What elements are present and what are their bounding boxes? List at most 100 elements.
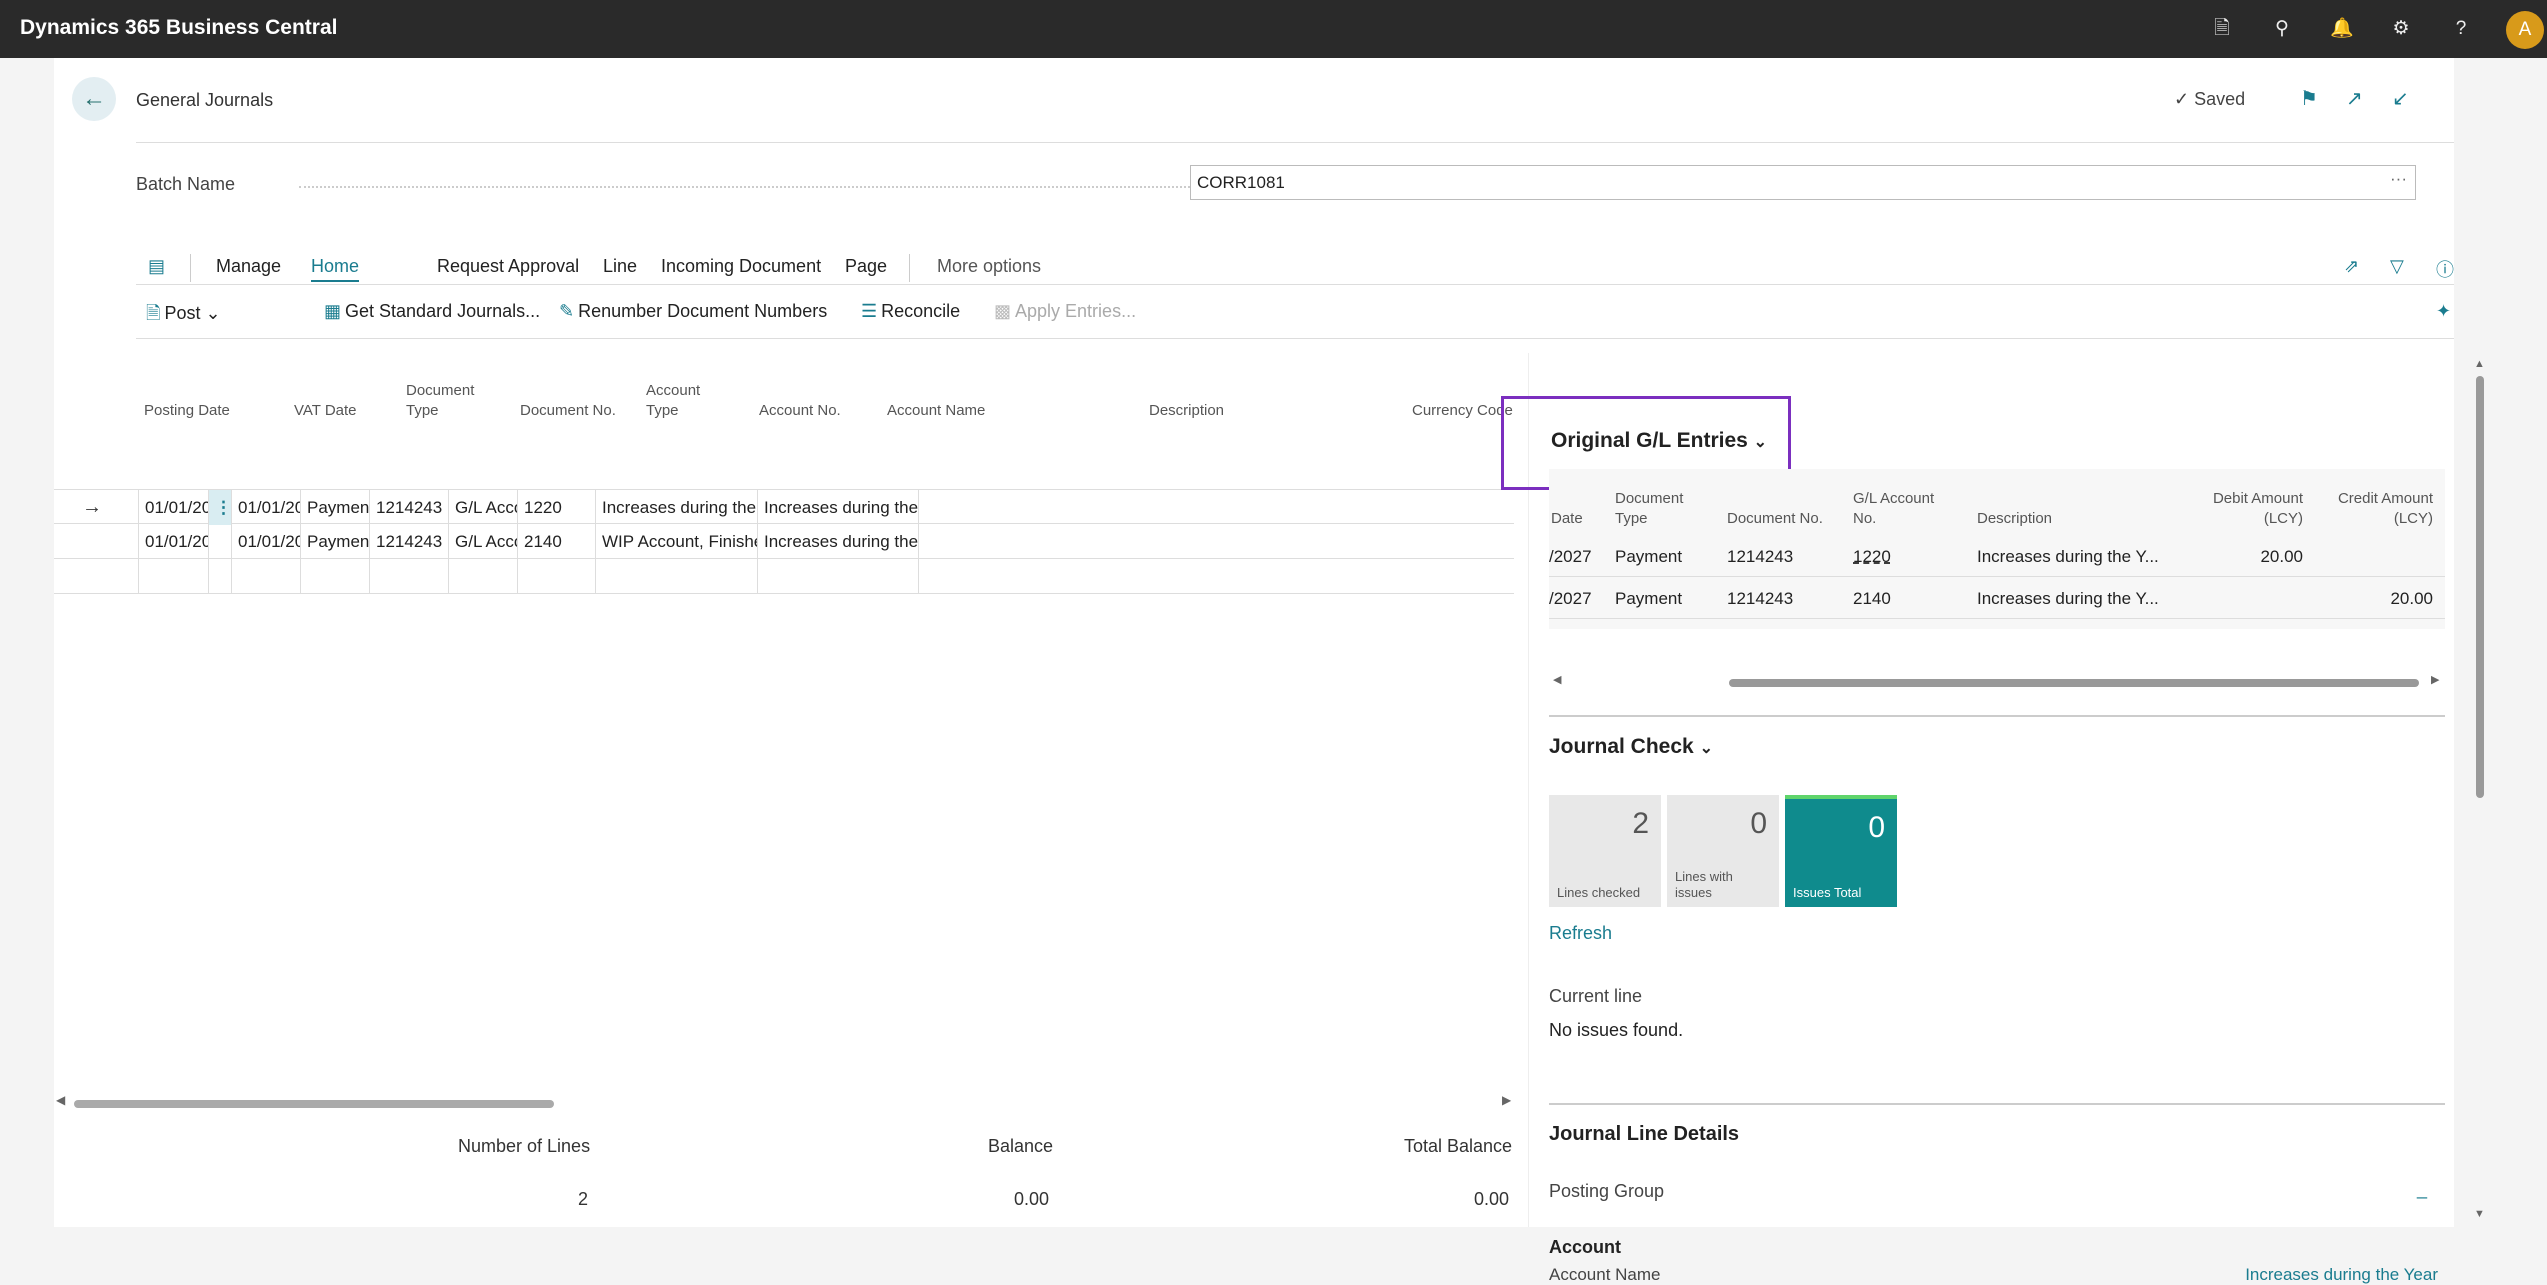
col-description[interactable]: Description xyxy=(1149,401,1224,421)
cell-row-menu[interactable] xyxy=(208,559,231,594)
account-name-value[interactable]: Increases during the Year xyxy=(2245,1265,2438,1285)
gear-icon[interactable]: ⚙ xyxy=(2389,17,2413,41)
grid-horizontal-scrollbar[interactable]: ◀ ▶ xyxy=(54,1093,1514,1112)
cell-account-name[interactable]: Increases during the Year xyxy=(595,490,758,525)
issues-total-tile[interactable]: 0 Issues Total xyxy=(1785,795,1897,907)
refresh-link[interactable]: Refresh xyxy=(1549,923,1612,944)
menu-manage[interactable]: Manage xyxy=(216,256,281,277)
cell-account-type[interactable]: G/L Account xyxy=(448,524,518,559)
cell-posting-date[interactable]: 01/01/2027 xyxy=(138,490,208,525)
gl-col-document-type[interactable]: Document Type xyxy=(1615,489,1683,529)
gl-col-date[interactable]: Date xyxy=(1551,509,1583,529)
table-row[interactable]: → 01/01/2027 ⋮ 01/01/2027 Payment 121424… xyxy=(54,489,1514,525)
back-button[interactable]: ← xyxy=(72,77,116,121)
lines-checked-tile[interactable]: 2 Lines checked xyxy=(1549,795,1661,907)
cell-currency-code[interactable] xyxy=(918,524,998,559)
gl-col-credit[interactable]: Credit Amount (LCY) xyxy=(2323,489,2433,529)
cell-document-no[interactable] xyxy=(369,559,449,594)
cell-vat-date[interactable]: 01/01/2027 xyxy=(231,524,301,559)
scroll-left-icon[interactable]: ◀ xyxy=(1553,673,1561,686)
document-icon[interactable]: 🗎 xyxy=(2210,17,2234,41)
reconcile-button[interactable]: ☰ Reconcile xyxy=(861,301,960,322)
cell-description[interactable]: Increases during the Year xyxy=(757,524,919,559)
post-button[interactable]: 🗎 Post ⌄ xyxy=(146,301,221,331)
gl-cell-gl-account[interactable]: 2140 xyxy=(1853,589,1891,609)
filter-icon[interactable]: ▽ xyxy=(2390,256,2404,277)
cell-document-type[interactable] xyxy=(300,559,370,594)
col-currency-code[interactable]: Currency Code xyxy=(1412,401,1513,421)
pin-icon[interactable]: ✦ xyxy=(2436,301,2451,322)
gl-entry-row[interactable]: /2027 Payment 1214243 1220 Increases dur… xyxy=(1549,535,2445,577)
scroll-down-icon[interactable]: ▼ xyxy=(2474,1208,2485,1220)
open-new-window-icon[interactable]: ↗ xyxy=(2346,86,2363,111)
bookmark-icon[interactable]: ⚑ xyxy=(2300,86,2318,111)
table-row-empty[interactable] xyxy=(54,559,1514,594)
col-document-no[interactable]: Document No. xyxy=(520,401,616,421)
get-standard-journals-button[interactable]: ▦ Get Standard Journals... xyxy=(324,301,540,322)
lookup-icon[interactable]: ··· xyxy=(2390,169,2407,189)
cell-account-type[interactable]: G/L Account xyxy=(448,490,518,525)
lines-with-issues-tile[interactable]: 0 Lines with issues xyxy=(1667,795,1779,907)
gl-cell-gl-account-link[interactable]: 1220 xyxy=(1853,547,1891,567)
cell-posting-date[interactable] xyxy=(138,559,208,594)
gl-entries-title[interactable]: Original G/L Entries ⌄ xyxy=(1551,429,1767,453)
cell-vat-date[interactable]: 01/01/2027 xyxy=(231,490,301,525)
cell-description[interactable]: Increases during the Year xyxy=(757,490,919,525)
col-account-name[interactable]: Account Name xyxy=(887,401,985,421)
details-icon[interactable]: ▤ xyxy=(148,256,165,277)
panel-vertical-scrollbar[interactable]: ▲ ▼ xyxy=(2472,358,2488,1223)
cell-currency-code[interactable] xyxy=(918,490,998,525)
gl-col-gl-account-no[interactable]: G/L Account No. xyxy=(1853,489,1934,529)
col-account-no[interactable]: Account No. xyxy=(759,401,841,421)
menu-line[interactable]: Line xyxy=(603,256,637,277)
cell-account-name[interactable] xyxy=(595,559,758,594)
scrollbar-thumb[interactable] xyxy=(2476,376,2484,798)
cell-account-no[interactable]: 2140 xyxy=(517,524,596,559)
collapse-icon[interactable]: ↙ xyxy=(2392,86,2409,111)
cell-account-no[interactable] xyxy=(517,559,596,594)
col-posting-date[interactable]: Posting Date xyxy=(144,401,230,421)
menu-incoming-document[interactable]: Incoming Document xyxy=(661,256,821,277)
cell-document-type[interactable]: Payment xyxy=(300,524,370,559)
journal-line-details-title[interactable]: Journal Line Details xyxy=(1549,1123,1739,1146)
cell-account-name[interactable]: WIP Account, Finished Goods xyxy=(595,524,758,559)
search-icon[interactable]: ⚲ xyxy=(2270,17,2294,41)
batch-name-field[interactable]: CORR1081 ··· xyxy=(1190,165,2416,200)
bell-icon[interactable]: 🔔 xyxy=(2330,17,2354,41)
menu-more-options[interactable]: More options xyxy=(937,256,1041,277)
scroll-right-icon[interactable]: ▶ xyxy=(1502,1093,1511,1107)
scrollbar-thumb[interactable] xyxy=(1729,679,2419,687)
chevron-down-icon[interactable]: ⌄ xyxy=(206,303,221,323)
menu-home[interactable]: Home xyxy=(311,256,360,282)
help-icon[interactable]: ? xyxy=(2449,17,2473,41)
cell-description[interactable] xyxy=(757,559,919,594)
gl-col-debit[interactable]: Debit Amount (LCY) xyxy=(2203,489,2303,529)
cell-row-menu[interactable] xyxy=(208,524,231,559)
menu-page[interactable]: Page xyxy=(845,256,887,277)
scroll-left-icon[interactable]: ◀ xyxy=(56,1093,65,1107)
cell-currency-code[interactable] xyxy=(918,559,998,594)
scroll-up-icon[interactable]: ▲ xyxy=(2474,358,2485,370)
gl-horizontal-scrollbar[interactable]: ◀ ▶ xyxy=(1549,673,2445,691)
apply-entries-button[interactable]: ▩ Apply Entries... xyxy=(994,301,1136,322)
gl-col-description[interactable]: Description xyxy=(1977,509,2052,529)
cell-document-no[interactable]: 1214243 xyxy=(369,524,449,559)
cell-posting-date[interactable]: 01/01/2027 xyxy=(138,524,208,559)
posting-group-value[interactable]: _ xyxy=(2417,1179,2427,1200)
cell-account-no[interactable]: 1220 xyxy=(517,490,596,525)
menu-request-approval[interactable]: Request Approval xyxy=(437,256,579,277)
gl-entry-row[interactable]: /2027 Payment 1214243 2140 Increases dur… xyxy=(1549,577,2445,619)
col-document-type[interactable]: Document Type xyxy=(406,381,474,421)
col-account-type[interactable]: Account Type xyxy=(646,381,700,421)
cell-document-no[interactable]: 1214243 xyxy=(369,490,449,525)
info-icon[interactable]: ⓘ xyxy=(2436,256,2454,282)
avatar[interactable]: A xyxy=(2506,11,2544,49)
scrollbar-thumb[interactable] xyxy=(74,1100,554,1108)
renumber-button[interactable]: ✎ Renumber Document Numbers xyxy=(559,301,827,322)
cell-account-type[interactable] xyxy=(448,559,518,594)
cell-document-type[interactable]: Payment xyxy=(300,490,370,525)
gl-col-document-no[interactable]: Document No. xyxy=(1727,509,1823,529)
row-menu-icon[interactable]: ⋮ xyxy=(208,490,231,525)
journal-check-title[interactable]: Journal Check ⌄ xyxy=(1549,735,1713,759)
share-icon[interactable]: ⇗ xyxy=(2344,256,2359,277)
